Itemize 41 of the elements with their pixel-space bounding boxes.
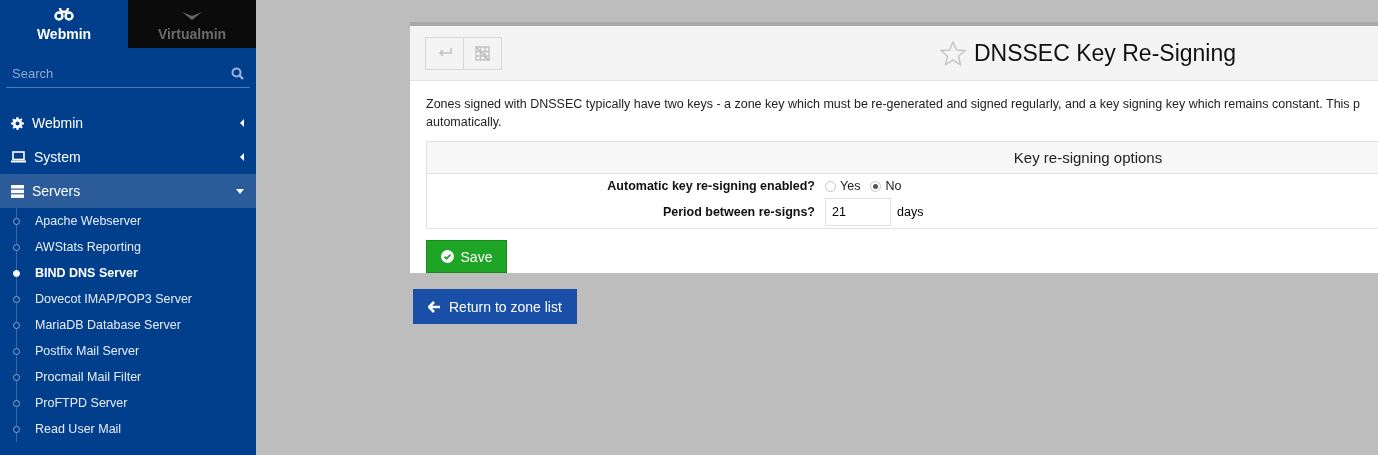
menu-category[interactable]: System [0,140,256,174]
menu-item[interactable]: MariaDB Database Server [35,318,181,332]
menu-item[interactable]: AWStats Reporting [35,240,141,254]
radio-button[interactable] [825,180,836,192]
caret-left-icon [240,119,244,127]
unit-label: days [897,205,924,219]
menu-item[interactable]: Apache Webserver [35,214,142,228]
menu-category[interactable]: Servers [0,174,256,208]
search-field[interactable]: Search [12,66,231,81]
laptop-icon [11,151,26,163]
radio-label: No [885,179,902,193]
radio-button[interactable] [870,180,882,192]
search-icon [231,67,244,80]
menu-item[interactable]: Postfix Mail Server [35,344,140,358]
server-icon [11,184,24,198]
crossed-grid-icon [475,45,490,61]
chevron-down-icon [182,12,202,22]
gear-icon [11,116,24,130]
field-label: Automatic key re-signing enabled? [606,179,815,193]
table-heading: Key re-signing options [1013,149,1163,166]
caret-left-icon [240,153,244,161]
menu-item[interactable]: ProFTPD Server [35,396,128,410]
menu-item[interactable]: Dovecot IMAP/POP3 Server [35,292,192,306]
field-label: Period between re-signs? [661,205,815,219]
menu-item[interactable]: Procmail Mail Filter [35,370,142,384]
return-arrow-icon [437,48,452,58]
sidebar-tab[interactable]: Virtualmin [128,0,256,48]
star-icon[interactable] [939,40,966,66]
caret-down-icon [236,188,244,194]
period-field[interactable]: 21 [825,198,891,226]
page-title: DNSSEC Key Re-Signing [973,39,1237,67]
return-button[interactable] [425,36,464,70]
menu-category[interactable]: Webmin [0,106,256,140]
check-circle-icon [440,250,454,263]
menu-item[interactable]: Read User Mail [35,422,122,436]
radio-label: Yes [840,179,861,193]
table-toggle-button[interactable] [463,36,502,70]
arrow-left-icon [428,300,440,313]
description-text: Zones signed with DNSSEC typically have two keys - a zone key which must be re-generated and signed regularly, and a key signing key which remains constant. This p automatically. [425,96,1362,131]
menu-item[interactable]: BIND DNS Server [35,266,138,280]
return-to-zone-list-button[interactable]: Return to zone list [413,289,577,324]
